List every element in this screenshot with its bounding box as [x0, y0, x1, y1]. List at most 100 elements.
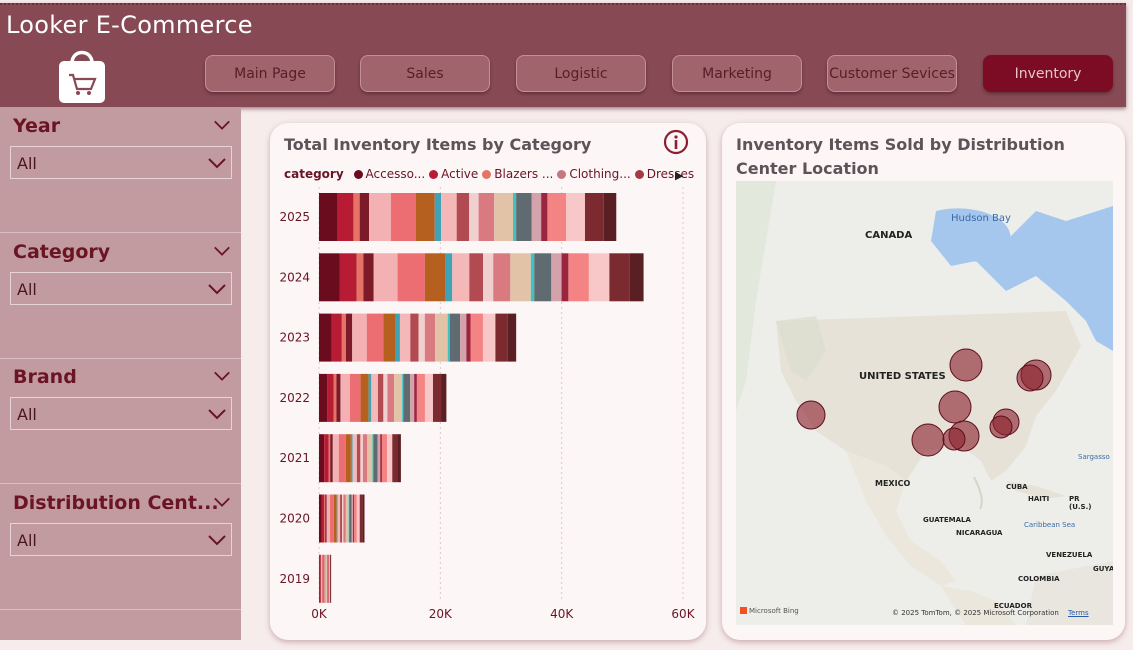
bar-segment[interactable]: [588, 253, 610, 302]
bar-segment[interactable]: [482, 253, 494, 302]
bar-segment[interactable]: [343, 494, 346, 543]
slicer-dropdown[interactable]: All: [10, 146, 232, 179]
bar-segment[interactable]: [337, 193, 354, 241]
bar-segment[interactable]: [397, 434, 401, 483]
bar-segment[interactable]: [336, 373, 341, 422]
bar-segment[interactable]: [493, 253, 511, 302]
bar-segment[interactable]: [561, 253, 569, 302]
nav-button-sales[interactable]: Sales: [360, 55, 490, 92]
nav-button-main-page[interactable]: Main Page: [205, 55, 335, 92]
bar-segment[interactable]: [441, 193, 457, 241]
nav-button-customer-sevices[interactable]: Customer Sevices: [827, 55, 957, 92]
bar-segment[interactable]: [352, 313, 367, 362]
bar-segment[interactable]: [424, 253, 446, 302]
bar-segment[interactable]: [482, 313, 496, 362]
bar-segment[interactable]: [394, 373, 403, 422]
bar-segment[interactable]: [356, 253, 364, 302]
bar-segment[interactable]: [435, 313, 448, 362]
bar-segment[interactable]: [330, 494, 334, 543]
bar-segment[interactable]: [378, 373, 384, 422]
bar-segment[interactable]: [324, 494, 326, 543]
bar-segment[interactable]: [397, 253, 425, 302]
bar-segment[interactable]: [469, 193, 479, 241]
bar-segment[interactable]: [325, 494, 327, 543]
bar-segment[interactable]: [326, 554, 327, 603]
bar-segment[interactable]: [609, 253, 630, 302]
bar-segment[interactable]: [383, 313, 396, 362]
bar-segment[interactable]: [424, 373, 433, 422]
bar-segment[interactable]: [333, 494, 337, 543]
bar-segment[interactable]: [377, 434, 381, 483]
bar-segment[interactable]: [329, 554, 331, 603]
bar-segment[interactable]: [338, 434, 346, 483]
bar-segment[interactable]: [530, 253, 535, 302]
bar-segment[interactable]: [447, 313, 450, 362]
bar-segment[interactable]: [345, 313, 353, 362]
nav-button-marketing[interactable]: Marketing: [672, 55, 802, 92]
bar-segment[interactable]: [360, 373, 369, 422]
bar-segment[interactable]: [516, 193, 532, 241]
bar-segment[interactable]: [373, 253, 398, 302]
bar-segment[interactable]: [341, 313, 346, 362]
collapse-chevron-icon[interactable]: [213, 494, 231, 508]
bar-segment[interactable]: [340, 373, 350, 422]
bar-segment[interactable]: [324, 434, 329, 483]
bar-segment[interactable]: [371, 373, 379, 422]
bar-segment[interactable]: [319, 434, 325, 483]
dc-bubble[interactable]: [796, 400, 826, 430]
bar-segment[interactable]: [456, 193, 470, 241]
dc-bubble[interactable]: [1016, 364, 1044, 392]
bar-segment[interactable]: [349, 494, 352, 543]
bar-segment[interactable]: [452, 253, 470, 302]
bar-segment[interactable]: [321, 554, 322, 603]
bar-segment[interactable]: [330, 434, 333, 483]
bar-segment[interactable]: [333, 373, 337, 422]
bar-segment[interactable]: [372, 434, 374, 483]
bar-segment[interactable]: [339, 253, 357, 302]
bar-segment[interactable]: [390, 193, 417, 241]
bar-segment[interactable]: [584, 193, 604, 241]
bar-segment[interactable]: [445, 253, 453, 302]
bar-segment[interactable]: [541, 193, 548, 241]
dc-bubble[interactable]: [949, 348, 983, 382]
nav-button-inventory[interactable]: Inventory: [983, 55, 1113, 92]
bar-segment[interactable]: [381, 434, 388, 483]
bar-segment[interactable]: [551, 253, 562, 302]
bar-segment[interactable]: [510, 253, 531, 302]
bar-segment[interactable]: [566, 193, 585, 241]
dc-bubble[interactable]: [989, 415, 1013, 439]
bar-segment[interactable]: [531, 193, 542, 241]
bar-segment[interactable]: [329, 554, 330, 603]
bar-segment[interactable]: [340, 494, 342, 543]
dc-bubble[interactable]: [911, 423, 945, 457]
map-terms-link[interactable]: Terms: [1068, 609, 1089, 617]
bar-segment[interactable]: [325, 554, 327, 603]
bar-segment[interactable]: [352, 434, 357, 483]
bar-segment[interactable]: [319, 554, 320, 603]
slicer-dropdown[interactable]: All: [10, 397, 232, 430]
bar-segment[interactable]: [403, 373, 411, 422]
bar-segment[interactable]: [387, 373, 395, 422]
bar-segment[interactable]: [414, 373, 417, 422]
bar-segment[interactable]: [324, 554, 326, 603]
bar-segment[interactable]: [395, 313, 400, 362]
bar-segment[interactable]: [323, 554, 325, 603]
slicer-dropdown[interactable]: All: [10, 271, 232, 305]
collapse-chevron-icon[interactable]: [213, 368, 231, 382]
bar-segment[interactable]: [321, 554, 323, 603]
bar-segment[interactable]: [568, 253, 589, 302]
collapse-chevron-icon[interactable]: [213, 117, 231, 131]
bar-segment[interactable]: [328, 434, 331, 483]
bar-segment[interactable]: [494, 193, 514, 241]
bar-segment[interactable]: [434, 193, 442, 241]
bar-segment[interactable]: [348, 494, 350, 543]
bar-segment[interactable]: [466, 313, 471, 362]
bar-segment[interactable]: [327, 373, 334, 422]
bar-segment[interactable]: [369, 193, 391, 241]
bar-segment[interactable]: [319, 313, 332, 362]
bar-segment[interactable]: [380, 434, 382, 483]
bar-segment[interactable]: [345, 434, 351, 483]
bar-segment[interactable]: [547, 193, 567, 241]
bar-segment[interactable]: [603, 193, 617, 241]
bar-segment[interactable]: [416, 193, 435, 241]
